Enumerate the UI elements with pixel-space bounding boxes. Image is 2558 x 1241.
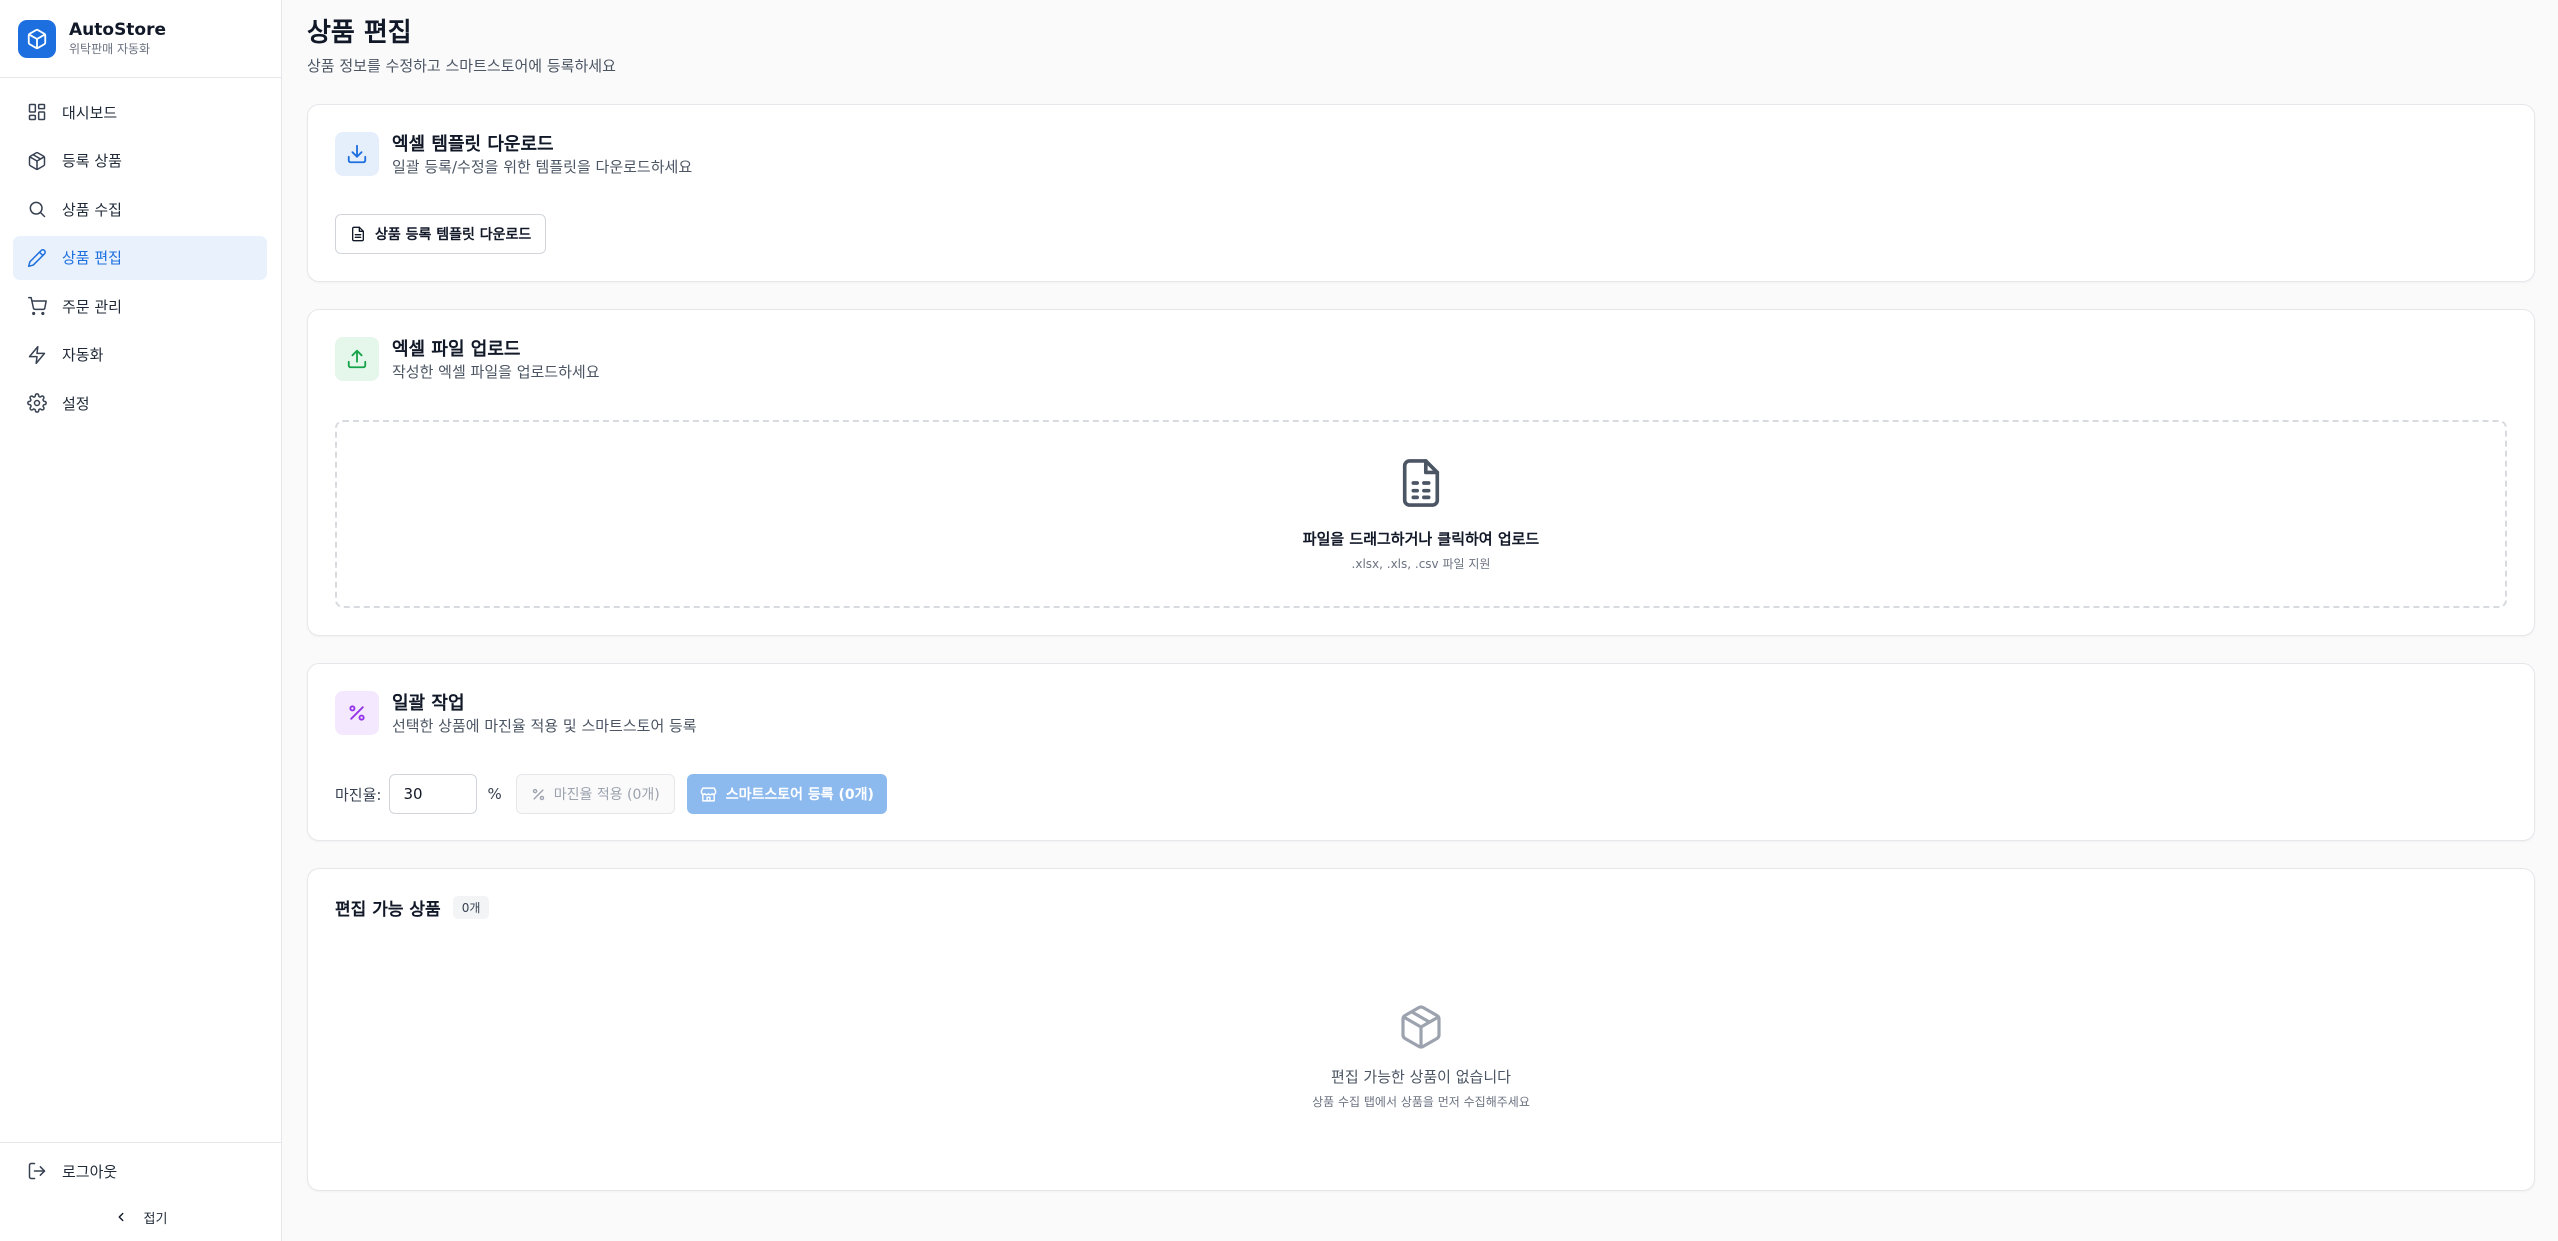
sidebar-footer: 로그아웃 접기 [0, 1142, 281, 1241]
chevron-left-icon [114, 1210, 128, 1224]
app-name: AutoStore [69, 20, 167, 40]
logout-label: 로그아웃 [62, 1162, 118, 1181]
cube-logo-icon [18, 19, 56, 58]
register-smartstore-label: 스마트스토어 등록 (0개) [725, 787, 874, 803]
logout-icon [26, 1160, 48, 1182]
page-subtitle: 상품 정보를 수정하고 스마트스토어에 등록하세요 [307, 57, 616, 75]
card-title: 일괄 작업 [392, 693, 465, 714]
editable-products-title: 편집 가능 상품 [335, 900, 441, 920]
collapse-button[interactable]: 접기 [0, 1199, 281, 1235]
file-icon [350, 226, 366, 242]
sidebar-item-product-collection[interactable]: 상품 수집 [13, 187, 267, 231]
sidebar-item-label: 상품 수집 [62, 200, 122, 219]
pencil-icon [26, 247, 48, 269]
store-icon [700, 786, 717, 803]
file-dropzone[interactable]: 파일을 드래그하거나 클릭하여 업로드 .xlsx, .xls, .csv 파일… [335, 420, 2507, 608]
template-download-card: 엑셀 템플릿 다운로드 일괄 등록/수정을 위한 템플릿을 다운로드하세요 상품… [307, 104, 2535, 282]
lightning-icon [26, 344, 48, 366]
sidebar-item-label: 등록 상품 [62, 152, 122, 170]
sidebar-item-dashboard[interactable]: 대시보드 [13, 90, 267, 134]
package-icon [1397, 1002, 1445, 1052]
download-template-label: 상품 등록 템플릿 다운로드 [375, 227, 532, 243]
apply-margin-button[interactable]: 마진율 적용 (0개) [515, 774, 675, 814]
sidebar-item-label: 설정 [62, 394, 90, 413]
app-subtitle: 위탁판매 자동화 [69, 42, 151, 56]
apply-margin-label: 마진율 적용 (0개) [553, 787, 660, 803]
card-description: 작성한 엑셀 파일을 업로드하세요 [392, 363, 600, 381]
margin-rate-input[interactable]: 30 [389, 774, 478, 814]
card-description: 일괄 등록/수정을 위한 템플릿을 다운로드하세요 [392, 158, 693, 176]
sidebar: AutoStore 위탁판매 자동화 대시보드 등록 상품 상품 수집 상품 편… [0, 0, 282, 1241]
sidebar-item-registered-products[interactable]: 등록 상품 [13, 139, 267, 183]
empty-state: 편집 가능한 상품이 없습니다 상품 수집 탭에서 상품을 먼저 수집해주세요 [308, 1002, 2534, 1110]
gear-icon [26, 392, 48, 414]
sidebar-item-orders[interactable]: 주문 관리 [13, 284, 267, 328]
card-title: 엑셀 파일 업로드 [392, 339, 521, 360]
page-title: 상품 편집 [307, 18, 412, 48]
main-content: 상품 편집 상품 정보를 수정하고 스마트스토어에 등록하세요 엑셀 템플릿 다… [307, 0, 2535, 1191]
dropzone-title: 파일을 드래그하거나 클릭하여 업로드 [1302, 530, 1540, 548]
excel-upload-card: 엑셀 파일 업로드 작성한 엑셀 파일을 업로드하세요 파일을 드래그하거나 클… [307, 309, 2535, 636]
empty-state-hint: 상품 수집 탭에서 상품을 먼저 수집해주세요 [1312, 1095, 1530, 1109]
count-badge: 0개 [452, 896, 490, 919]
dropzone-hint: .xlsx, .xls, .csv 파일 지원 [1351, 557, 1491, 571]
bulk-actions-card: 일괄 작업 선택한 상품에 마진율 적용 및 스마트스토어 등록 마진율: 30… [307, 663, 2535, 841]
sidebar-item-label: 주문 관리 [62, 297, 122, 316]
search-icon [26, 198, 48, 220]
cart-icon [26, 295, 48, 317]
card-description: 선택한 상품에 마진율 적용 및 스마트스토어 등록 [392, 717, 697, 735]
package-icon [26, 150, 48, 172]
editable-products-card: 편집 가능 상품 0개 편집 가능한 상품이 없습니다 상품 수집 탭에서 상품… [307, 868, 2535, 1191]
download-template-button[interactable]: 상품 등록 템플릿 다운로드 [335, 214, 547, 254]
percent-icon [531, 787, 546, 802]
margin-label: 마진율: [335, 785, 382, 804]
margin-controls: 마진율: 30 % 마진율 적용 (0개) 스마트스토어 등록 (0개) [335, 774, 887, 814]
collapse-label: 접기 [143, 1211, 168, 1227]
upload-icon [335, 337, 379, 381]
percent-sign: % [487, 785, 502, 803]
sidebar-item-label: 자동화 [62, 346, 104, 364]
sidebar-item-label: 상품 편집 [62, 249, 122, 267]
percent-icon [335, 691, 379, 735]
register-smartstore-button[interactable]: 스마트스토어 등록 (0개) [686, 774, 887, 814]
spreadsheet-file-icon [1398, 457, 1444, 509]
sidebar-item-automation[interactable]: 자동화 [13, 333, 267, 377]
sidebar-nav: 대시보드 등록 상품 상품 수집 상품 편집 주문 관리 자동화 설정 [0, 78, 281, 425]
sidebar-item-settings[interactable]: 설정 [13, 381, 267, 425]
brand[interactable]: AutoStore 위탁판매 자동화 [0, 0, 281, 78]
dashboard-icon [26, 101, 48, 123]
card-title: 엑셀 템플릿 다운로드 [392, 134, 554, 155]
sidebar-item-label: 대시보드 [62, 103, 118, 122]
logout-button[interactable]: 로그아웃 [0, 1143, 281, 1199]
download-icon [335, 132, 379, 176]
empty-state-title: 편집 가능한 상품이 없습니다 [1331, 1068, 1511, 1086]
sidebar-item-product-edit[interactable]: 상품 편집 [13, 235, 267, 280]
